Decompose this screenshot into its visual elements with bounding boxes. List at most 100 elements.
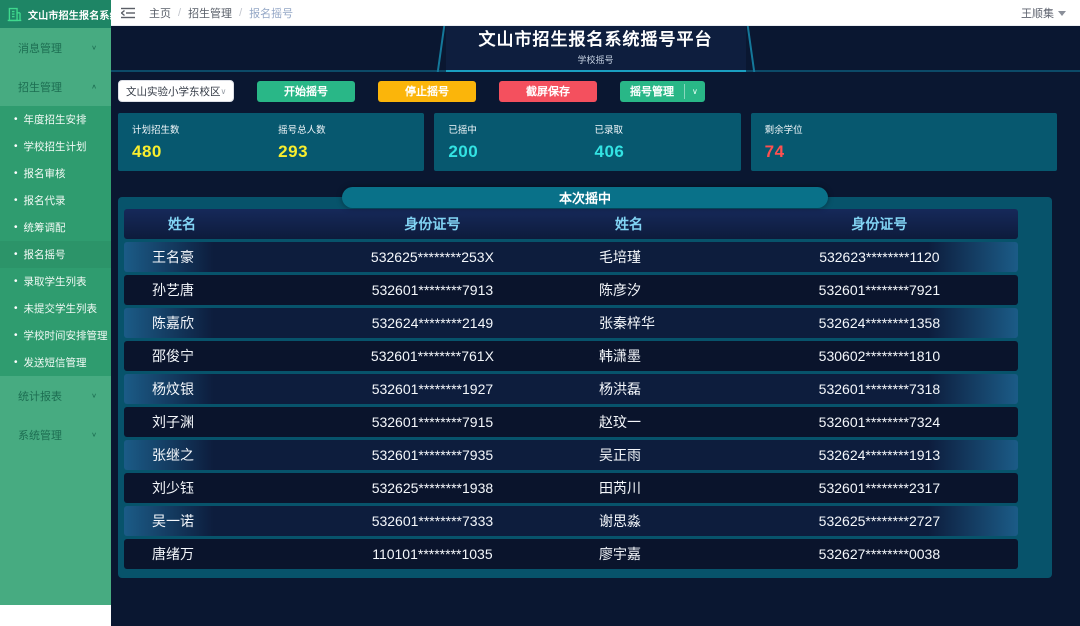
table-row: 邵俊宁 532601********761X 韩潇墨 530602********18… — [124, 341, 1018, 371]
user-name: 王顺集 — [1021, 7, 1054, 20]
sidebar-group-label: 统计报表 — [18, 390, 62, 403]
stat-value: 480 — [132, 142, 162, 161]
school-select[interactable]: 文山实验小学东校区 ∨ — [118, 80, 234, 102]
table-row: 吴一诺 532601********7333 谢思淼 532625********27… — [124, 506, 1018, 536]
id-cell: 532601********7935 — [371, 447, 494, 463]
stat: 已摇中 200 — [448, 122, 594, 171]
table-row: 张继之 532601********7935 吴正雨 532624********19… — [124, 440, 1018, 470]
bullet-icon: • — [14, 276, 18, 287]
column-header: 身份证号 — [851, 216, 908, 232]
bullet-icon: • — [14, 222, 18, 233]
chevron-down-icon: ∨ — [91, 391, 97, 400]
content-area: 文山实验小学东校区 ∨ 开始摇号 停止摇号 截屏保存 摇号管理 ∨ 计划招生数 4… — [111, 80, 1080, 578]
table-row: 王名豪 532625********253X 毛培瑾 532623********11… — [124, 242, 1018, 272]
name-cell: 孙艺唐 — [152, 282, 194, 298]
name-cell: 杨炆银 — [152, 381, 194, 397]
stat-value: 293 — [278, 142, 309, 161]
sidebar-item[interactable]: • 录取学生列表 — [0, 268, 111, 295]
stat-value: 74 — [764, 142, 785, 161]
screenshot-save-button[interactable]: 截屏保存 — [499, 80, 597, 102]
column-header: 姓名 — [168, 216, 196, 232]
sidebar-item[interactable]: • 报名代录 — [0, 187, 111, 214]
building-icon — [7, 7, 22, 21]
id-cell: 532625********1938 — [371, 480, 494, 496]
sidebar: 文山市招生报名系统 消息管理 ∨ 招生管理 ∧ • 年度招生安排 • 学校招生计划 • 报名审核 •… — [0, 0, 120, 626]
name-cell: 陈嘉欣 — [152, 315, 194, 331]
name-cell: 刘子渊 — [152, 414, 194, 430]
stop-lottery-button[interactable]: 停止摇号 — [378, 80, 476, 102]
bullet-icon: • — [14, 357, 18, 368]
name-cell: 吴一诺 — [152, 513, 194, 529]
sidebar-nav: 消息管理 ∨ 招生管理 ∧ • 年度招生安排 • 学校招生计划 • 报名审核 • 报名代录 • 统筹调配 •… — [0, 28, 111, 454]
title-banner: 文山市招生报名系统摇号平台 学校摇号 — [445, 26, 746, 72]
name-cell: 杨洪磊 — [598, 381, 641, 397]
id-cell: 530602********1810 — [818, 348, 941, 364]
breadcrumb-separator: / — [178, 6, 182, 19]
start-lottery-button[interactable]: 开始摇号 — [257, 80, 355, 102]
table-row: 刘少钰 532625********1938 田芮川 532601********23… — [124, 473, 1018, 503]
sidebar-submenu: • 年度招生安排 • 学校招生计划 • 报名审核 • 报名代录 • 统筹调配 • 报名摇号 • 录取学生列… — [0, 106, 111, 376]
sidebar-item[interactable]: • 学校招生计划 — [0, 133, 111, 160]
app-logo: 文山市招生报名系统 — [0, 0, 120, 28]
breadcrumb-item[interactable]: 主页 — [149, 5, 171, 21]
lottery-result-section: 本次摇中 姓名 身份证号 姓名 身份证号 王名豪 532625********253X 毛… — [118, 187, 1052, 578]
bullet-icon: • — [14, 303, 18, 314]
sidebar-item[interactable]: • 学校时间安排管理 — [0, 322, 111, 349]
sidebar-group[interactable]: 消息管理 ∨ — [0, 28, 111, 67]
bullet-icon: • — [14, 249, 18, 260]
name-cell: 吴正雨 — [598, 447, 641, 463]
breadcrumb-item[interactable]: 报名摇号 — [249, 5, 293, 21]
sidebar-item[interactable]: • 发送短信管理 — [0, 349, 111, 376]
table-row: 陈嘉欣 532624********2149 张秦梓华 532624********1… — [124, 308, 1018, 338]
column-header: 姓名 — [614, 216, 643, 232]
stat-card: 已摇中 200 已录取 406 — [434, 113, 741, 171]
id-cell: 532601********7921 — [818, 282, 941, 298]
stat-label: 计划招生数 — [132, 125, 180, 136]
sidebar-group-label: 系统管理 — [18, 429, 62, 442]
id-cell: 532624********1358 — [818, 315, 941, 331]
id-cell: 532601********7324 — [818, 414, 941, 430]
sidebar-item[interactable]: • 报名摇号 — [0, 241, 111, 268]
name-cell: 谢思淼 — [598, 513, 641, 529]
table-body: 王名豪 532625********253X 毛培瑾 532623********11… — [124, 242, 1018, 569]
sidebar-group[interactable]: 系统管理 ∨ — [0, 415, 111, 454]
result-table: 姓名 身份证号 姓名 身份证号 王名豪 532625********253X 毛培瑾 532… — [118, 197, 1052, 578]
sidebar-inner: 文山市招生报名系统 消息管理 ∨ 招生管理 ∧ • 年度招生安排 • 学校招生计划 • 报名审核 •… — [0, 0, 120, 605]
id-cell: 532601********7333 — [371, 513, 494, 529]
name-cell: 陈彦汐 — [598, 282, 641, 298]
sidebar-group[interactable]: 招生管理 ∧ — [0, 67, 111, 106]
sidebar-item[interactable]: • 年度招生安排 — [0, 106, 111, 133]
name-cell: 廖宇嘉 — [598, 546, 641, 562]
stat-label: 已摇中 — [448, 125, 477, 136]
name-cell: 韩潇墨 — [598, 348, 641, 364]
id-cell: 532625********2727 — [818, 513, 941, 529]
name-cell: 张秦梓华 — [598, 315, 655, 331]
stat-label: 已录取 — [594, 125, 623, 136]
id-cell: 532624********1913 — [818, 447, 941, 463]
lottery-manage-dropdown[interactable]: 摇号管理 ∨ — [620, 80, 705, 102]
chevron-up-icon: ∧ — [91, 82, 97, 91]
bullet-icon: • — [14, 195, 18, 206]
name-cell: 田芮川 — [598, 480, 641, 496]
sidebar-group[interactable]: 统计报表 ∨ — [0, 376, 111, 415]
menu-fold-icon[interactable] — [121, 7, 135, 19]
chevron-down-icon: ∨ — [91, 430, 97, 439]
page-title: 文山市招生报名系统摇号平台 — [478, 30, 713, 50]
app-title: 文山市招生报名系统 — [28, 10, 120, 22]
id-cell: 532601********7915 — [371, 414, 494, 430]
id-cell: 532601********7318 — [818, 381, 941, 397]
sidebar-item[interactable]: • 统筹调配 — [0, 214, 111, 241]
id-cell: 532601********761X — [370, 348, 494, 364]
sidebar-item[interactable]: • 报名审核 — [0, 160, 111, 187]
controls-row: 文山实验小学东校区 ∨ 开始摇号 停止摇号 截屏保存 摇号管理 ∨ — [118, 80, 1057, 102]
name-cell: 赵玟一 — [598, 414, 641, 430]
breadcrumb-item[interactable]: 招生管理 — [188, 5, 232, 21]
name-cell: 唐绪万 — [152, 546, 194, 562]
sidebar-item[interactable]: • 未提交学生列表 — [0, 295, 111, 322]
result-banner: 本次摇中 — [342, 187, 828, 208]
user-menu[interactable]: 王顺集 — [1021, 5, 1066, 21]
sidebar-group-label: 消息管理 — [18, 42, 62, 55]
school-select-value: 文山实验小学东校区 — [126, 85, 221, 98]
column-header: 身份证号 — [404, 216, 461, 232]
name-cell: 刘少钰 — [152, 480, 194, 496]
